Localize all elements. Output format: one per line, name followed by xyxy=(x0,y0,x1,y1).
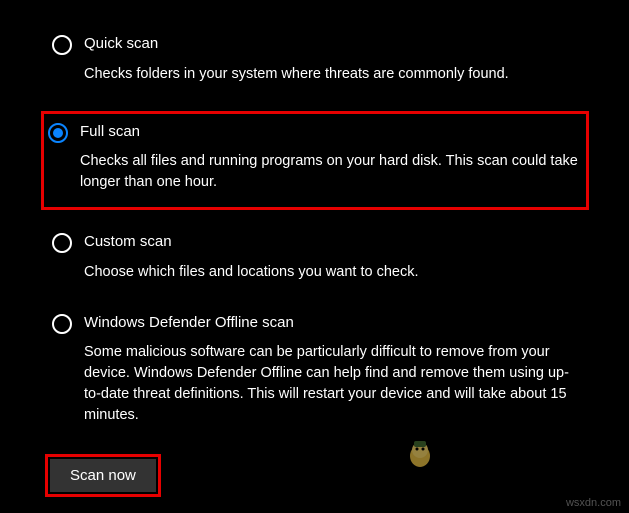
option-body: Windows Defender Offline scan Some malic… xyxy=(84,313,585,427)
scan-now-button[interactable]: Scan now xyxy=(50,459,156,492)
option-body: Custom scan Choose which files and locat… xyxy=(84,232,585,283)
option-description: Checks folders in your system where thre… xyxy=(84,64,585,85)
scan-button-highlight: Scan now xyxy=(45,454,161,497)
option-description: Some malicious software can be particula… xyxy=(84,342,585,426)
option-title: Quick scan xyxy=(84,34,585,54)
option-custom-scan[interactable]: Custom scan Choose which files and locat… xyxy=(48,228,589,287)
option-description: Choose which files and locations you wan… xyxy=(84,262,585,283)
option-quick-scan[interactable]: Quick scan Checks folders in your system… xyxy=(48,30,589,89)
option-body: Quick scan Checks folders in your system… xyxy=(84,34,585,85)
radio-custom-scan[interactable] xyxy=(52,233,72,253)
option-description: Checks all files and running programs on… xyxy=(80,151,582,193)
radio-defender-offline-scan[interactable] xyxy=(52,314,72,334)
option-title: Full scan xyxy=(80,122,582,142)
radio-quick-scan[interactable] xyxy=(52,35,72,55)
option-full-scan[interactable]: Full scan Checks all files and running p… xyxy=(41,111,589,211)
radio-full-scan[interactable] xyxy=(48,123,68,143)
option-title: Windows Defender Offline scan xyxy=(84,313,585,333)
option-body: Full scan Checks all files and running p… xyxy=(80,122,582,194)
option-title: Custom scan xyxy=(84,232,585,252)
mascot-icon xyxy=(406,436,434,468)
option-defender-offline-scan[interactable]: Windows Defender Offline scan Some malic… xyxy=(48,309,589,431)
watermark-text: wsxdn.com xyxy=(566,497,621,509)
